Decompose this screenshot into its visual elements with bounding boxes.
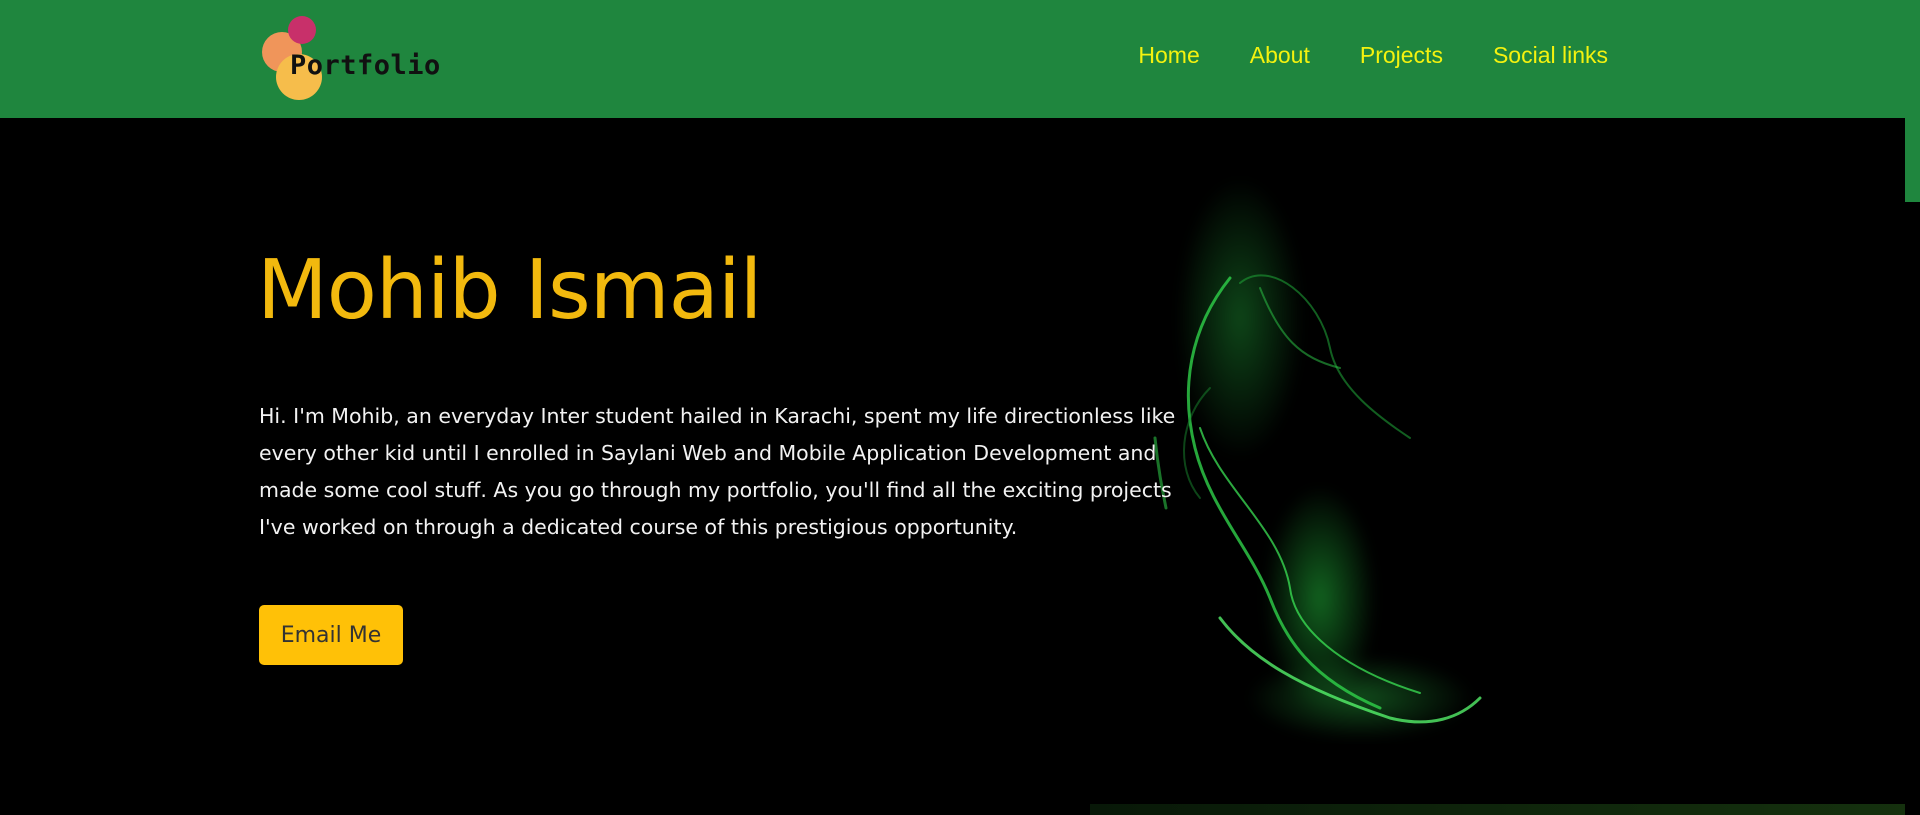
hero-intro-text: Hi. I'm Mohib, an everyday Inter student…	[259, 404, 1176, 539]
scrollbar-thumb[interactable]	[1905, 0, 1920, 202]
nav-link-social-links[interactable]: Social links	[1493, 42, 1608, 69]
next-section-preview	[0, 744, 1905, 815]
portfolio-logo[interactable]: Portfolio	[260, 16, 460, 100]
hero-section: Mohib Ismail Hi. I'm Mohib, an everyday …	[0, 118, 1905, 744]
logo-circle-magenta	[288, 16, 316, 44]
nav-links: Home About Projects Social links	[1088, 42, 1608, 69]
next-section-glow	[1090, 804, 1905, 815]
navbar: Portfolio Home About Projects Social lin…	[0, 0, 1920, 118]
nav-link-projects[interactable]: Projects	[1360, 42, 1443, 69]
logo-text: Portfolio	[290, 50, 441, 81]
email-me-button[interactable]: Email Me	[259, 605, 403, 665]
nav-link-about[interactable]: About	[1250, 42, 1310, 69]
hero-title: Mohib Ismail	[257, 243, 762, 338]
nav-link-home[interactable]: Home	[1138, 42, 1199, 69]
